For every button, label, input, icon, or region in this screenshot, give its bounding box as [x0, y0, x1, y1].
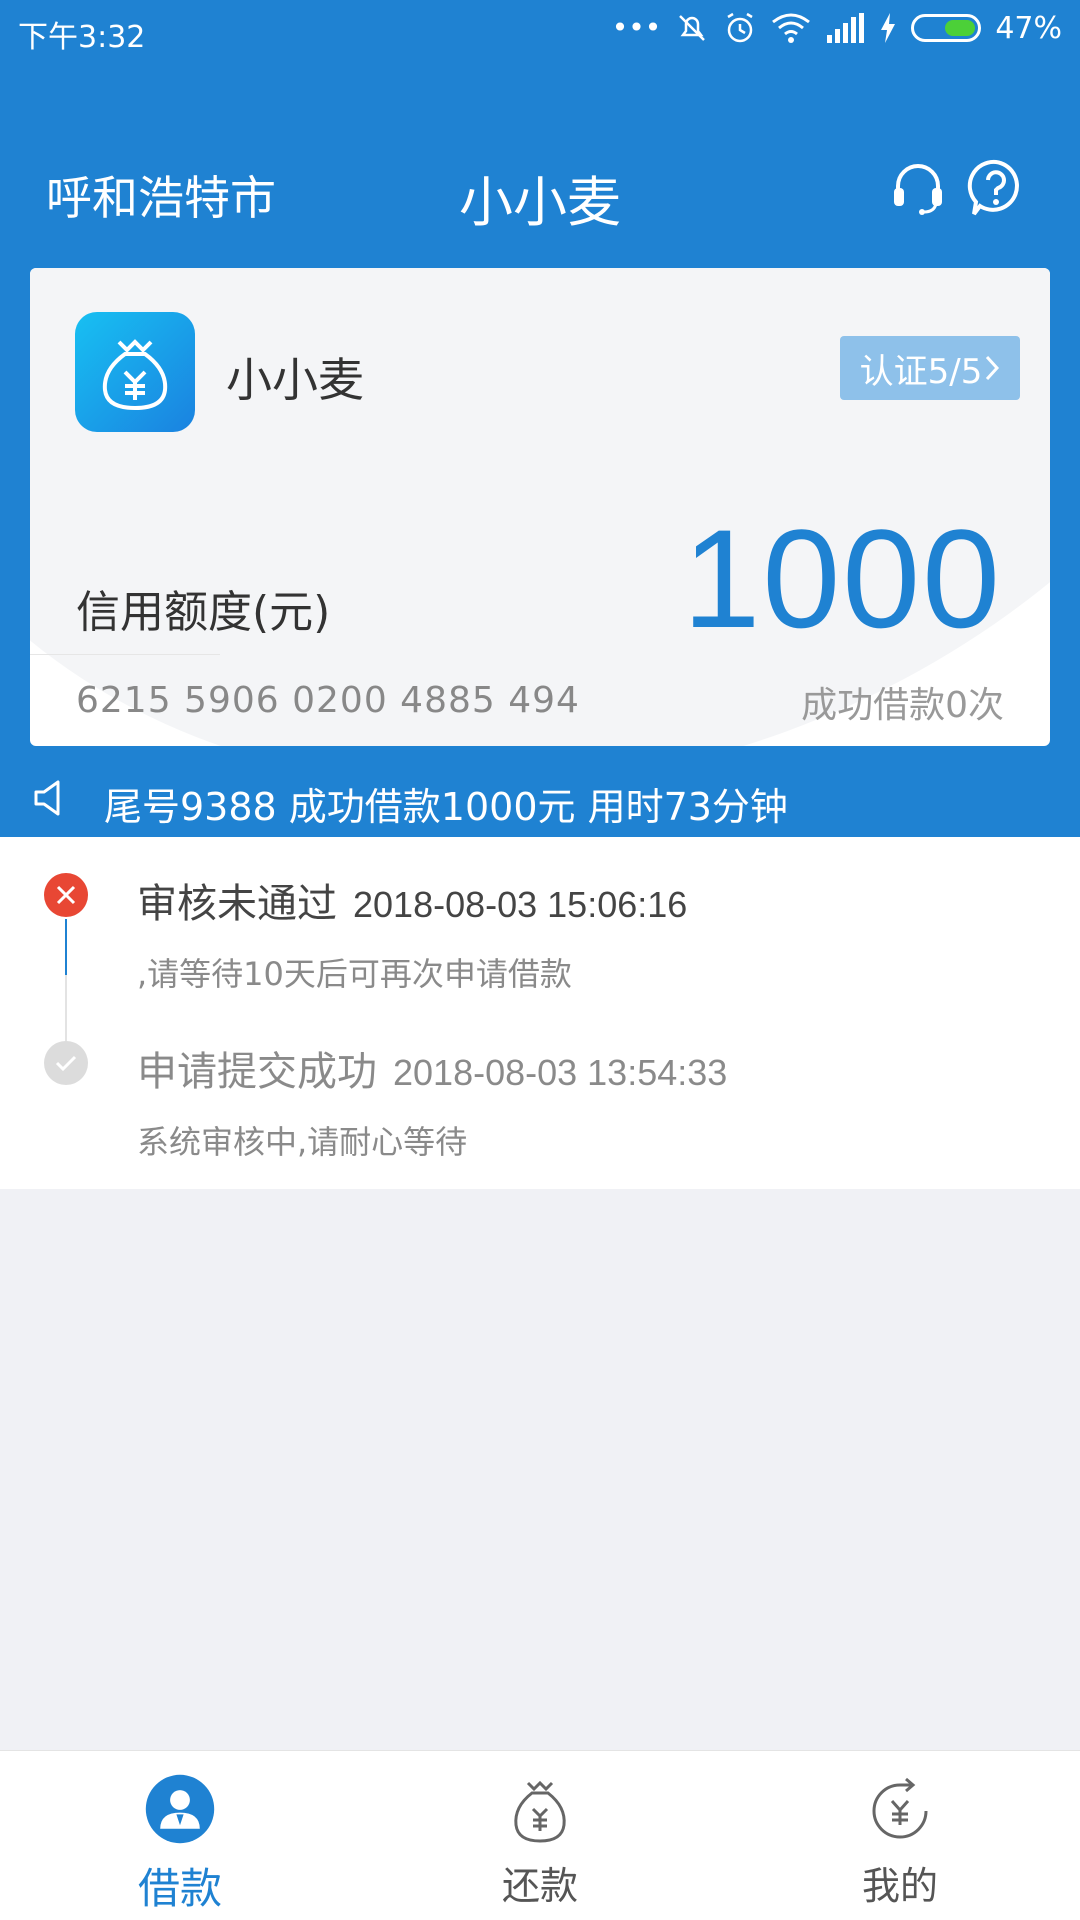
credit-label: 信用额度(元): [76, 587, 331, 638]
timeline-item-title: 申请提交成功 2018-08-03 13:54:33: [137, 1039, 727, 1097]
status-bar: 下午3:32 ••• 47%: [0, 0, 1080, 64]
timeline-time: 2018-08-03 15:06:16: [353, 884, 688, 925]
status-time: 下午3:32: [18, 20, 146, 55]
app-logo: [75, 312, 195, 432]
charging-icon: [881, 13, 896, 43]
close-icon: [56, 885, 76, 905]
timeline-desc: ,请等待10天后可再次申请借款: [137, 955, 572, 993]
mute-bell-icon: [679, 15, 706, 41]
battery-percent: 47%: [995, 10, 1062, 46]
navbar: 呼和浩特市 小小麦: [0, 140, 1080, 240]
notice-bar: 尾号9388 成功借款1000元 用时73分钟: [0, 772, 1080, 829]
check-icon: [55, 1055, 77, 1072]
credit-card: 小小麦 认证5/5 信用额度(元) 1000 6215 5906 0200 48…: [30, 268, 1050, 746]
timeline-connector: [65, 919, 67, 975]
battery-fill: [945, 20, 976, 36]
speaker-icon: [34, 780, 60, 816]
timeline-status: 审核未通过: [137, 881, 337, 927]
wifi-icon: [772, 13, 811, 43]
help-icon[interactable]: [966, 158, 1026, 218]
notice-text: 尾号9388 成功借款1000元 用时73分钟: [104, 785, 788, 829]
money-bag-icon: [514, 1780, 566, 1843]
tab-bar: 借款 还款 我的: [0, 1750, 1080, 1920]
card-divider: [30, 654, 220, 655]
fail-status-icon: [44, 873, 88, 917]
tab-mine[interactable]: 我的: [720, 1751, 1080, 1920]
done-status-icon: [44, 1041, 88, 1085]
person-icon: [145, 1774, 215, 1844]
tab-label: 还款: [501, 1864, 578, 1908]
card-app-name: 小小麦: [226, 353, 364, 407]
signal-icon: [827, 13, 865, 43]
timeline-desc: 系统审核中,请耐心等待: [137, 1123, 468, 1161]
alarm-icon: [727, 12, 753, 43]
headset-icon[interactable]: [888, 158, 948, 218]
timeline-status: 申请提交成功: [137, 1049, 377, 1095]
success-count: 成功借款0次: [801, 685, 1004, 726]
card-number: 6215 5906 0200 4885 494: [76, 680, 580, 721]
credit-amount: 1000: [682, 500, 1002, 657]
tab-borrow[interactable]: 借款: [0, 1751, 360, 1920]
money-bag-logo-icon: [102, 339, 168, 411]
timeline-item-title: 审核未通过 2018-08-03 15:06:16: [137, 871, 687, 929]
status-timeline: 审核未通过 2018-08-03 15:06:16 ,请等待10天后可再次申请借款…: [0, 837, 1080, 1189]
verify-label: 认证5/5: [859, 351, 983, 392]
battery-icon: [911, 14, 982, 42]
timeline-time: 2018-08-03 13:54:33: [393, 1052, 728, 1093]
tab-label: 借款: [137, 1864, 222, 1913]
refresh-yen-icon: [872, 1777, 928, 1839]
timeline-connector: [65, 975, 67, 1041]
chevron-right-icon: [986, 355, 1000, 381]
tab-repay[interactable]: 还款: [360, 1751, 720, 1920]
verify-button[interactable]: 认证5/5: [840, 336, 1020, 400]
more-dots-icon: •••: [611, 11, 662, 44]
status-icons: ••• 47%: [612, 10, 1062, 46]
tab-label: 我的: [861, 1864, 938, 1908]
